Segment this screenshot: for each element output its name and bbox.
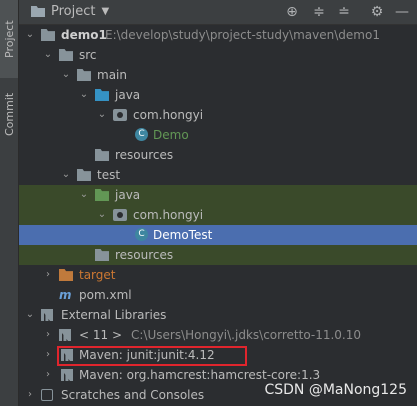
commit-tool-tab[interactable]: Commit (0, 90, 18, 138)
chevron-right-icon[interactable]: › (43, 345, 53, 365)
test-class-icon: C (135, 228, 148, 241)
chevron-right-icon[interactable]: › (43, 365, 53, 385)
package-icon (113, 209, 127, 221)
scratches-icon (41, 389, 53, 401)
chevron-down-icon[interactable]: ⌄ (97, 105, 107, 125)
tree-node-main-package[interactable]: ⌄ com.hongyi (19, 105, 417, 125)
test-resources-label: resources (115, 248, 174, 262)
demo1-path: E:\develop\study\project-study\maven\dem… (105, 28, 380, 42)
chevron-right-icon[interactable]: › (43, 325, 53, 345)
jdk-path: C:\Users\Hongyi\.jdks\corretto-11.0.10 (131, 328, 362, 342)
collapse-all-icon[interactable]: ≐ (335, 3, 353, 21)
minimize-icon[interactable]: — (393, 3, 411, 21)
main-package-label: com.hongyi (133, 108, 204, 122)
target-label: target (79, 268, 116, 282)
tree-node-jdk[interactable]: › < 11 > C:\Users\Hongyi\.jdks\corretto-… (19, 325, 417, 345)
tree-node-main[interactable]: ⌄ main (19, 65, 417, 85)
project-tab-label: Project (3, 20, 16, 58)
folder-icon (59, 49, 73, 61)
source-folder-icon (95, 89, 109, 101)
chevron-down-icon[interactable]: ⌄ (61, 165, 71, 185)
project-view-selector[interactable]: Project ▼ (31, 4, 109, 19)
test-java-label: java (115, 188, 141, 202)
tree-node-main-java[interactable]: ⌄ java (19, 85, 417, 105)
resources-folder-icon (95, 149, 109, 161)
demotest-class-label: DemoTest (153, 228, 213, 242)
project-title: Project (51, 4, 96, 19)
jdk-label: < 11 > (79, 328, 123, 342)
test-package-label: com.hongyi (133, 208, 204, 222)
src-label: src (79, 48, 97, 62)
folder-icon (77, 169, 91, 181)
tree-node-demo1[interactable]: ⌄ demo1 E:\develop\study\project-study\m… (19, 25, 417, 45)
tree-node-test-java[interactable]: ⌄ java (19, 185, 417, 205)
test-label: test (97, 168, 121, 182)
tool-window-strip: Project Commit (0, 0, 19, 406)
external-libraries-label: External Libraries (61, 308, 167, 322)
library-icon (61, 369, 73, 381)
tree-node-test[interactable]: ⌄ test (19, 165, 417, 185)
maven-file-icon: m (59, 288, 72, 302)
demo1-label: demo1 (61, 28, 107, 42)
class-icon: C (135, 128, 148, 141)
tree-node-demotest-class[interactable]: C DemoTest (19, 225, 417, 245)
chevron-right-icon[interactable]: › (43, 265, 53, 285)
highlight-box (57, 346, 247, 366)
tree-node-maven-junit[interactable]: › Maven: junit:junit:4.12 (19, 345, 417, 366)
tree-node-demo-class[interactable]: C Demo (19, 125, 417, 145)
main-resources-label: resources (115, 148, 174, 162)
library-icon (41, 309, 53, 321)
demo-class-label: Demo (153, 128, 189, 142)
chevron-down-icon[interactable]: ⌄ (25, 25, 35, 45)
expand-all-icon[interactable]: ≑ (310, 3, 328, 21)
scratches-label: Scratches and Consoles (61, 388, 205, 402)
tree-node-src[interactable]: ⌄ src (19, 45, 417, 65)
tree-node-external-libraries[interactable]: ⌄ External Libraries (19, 305, 417, 325)
chevron-down-icon[interactable]: ⌄ (43, 45, 53, 65)
pom-label: pom.xml (79, 288, 132, 302)
tree-node-pom[interactable]: m pom.xml (19, 285, 417, 305)
chevron-right-icon[interactable]: › (25, 385, 35, 405)
chevron-down-icon[interactable]: ⌄ (79, 185, 89, 205)
test-resources-folder-icon (95, 249, 109, 261)
test-source-folder-icon (95, 189, 109, 201)
commit-tab-label: Commit (3, 92, 16, 136)
chevron-down-icon[interactable]: ⌄ (61, 65, 71, 85)
package-icon (113, 109, 127, 121)
main-label: main (97, 68, 127, 82)
crosshair-icon[interactable]: ⊕ (283, 3, 301, 21)
tree-node-test-package[interactable]: ⌄ com.hongyi (19, 205, 417, 225)
chevron-down-icon: ▼ (101, 6, 110, 17)
folder-icon (31, 6, 45, 17)
watermark: CSDN @MaNong125 (264, 382, 407, 398)
chevron-down-icon[interactable]: ⌄ (25, 305, 35, 325)
tree-node-main-resources[interactable]: resources (19, 145, 417, 165)
folder-icon (77, 69, 91, 81)
gear-icon[interactable]: ⚙ (368, 3, 386, 21)
project-tool-tab[interactable]: Project (0, 0, 18, 78)
project-tree: ⌄ demo1 E:\develop\study\project-study\m… (19, 25, 417, 405)
module-folder-icon (41, 29, 55, 41)
project-header: Project ▼ ⊕ ≑ ≐ ⚙ — (19, 0, 417, 25)
tree-node-test-resources[interactable]: resources (19, 245, 417, 265)
excluded-folder-icon (59, 269, 73, 281)
chevron-down-icon[interactable]: ⌄ (79, 85, 89, 105)
jdk-icon (59, 329, 71, 341)
main-java-label: java (115, 88, 141, 102)
tree-node-target[interactable]: › target (19, 265, 417, 285)
chevron-down-icon[interactable]: ⌄ (97, 205, 107, 225)
